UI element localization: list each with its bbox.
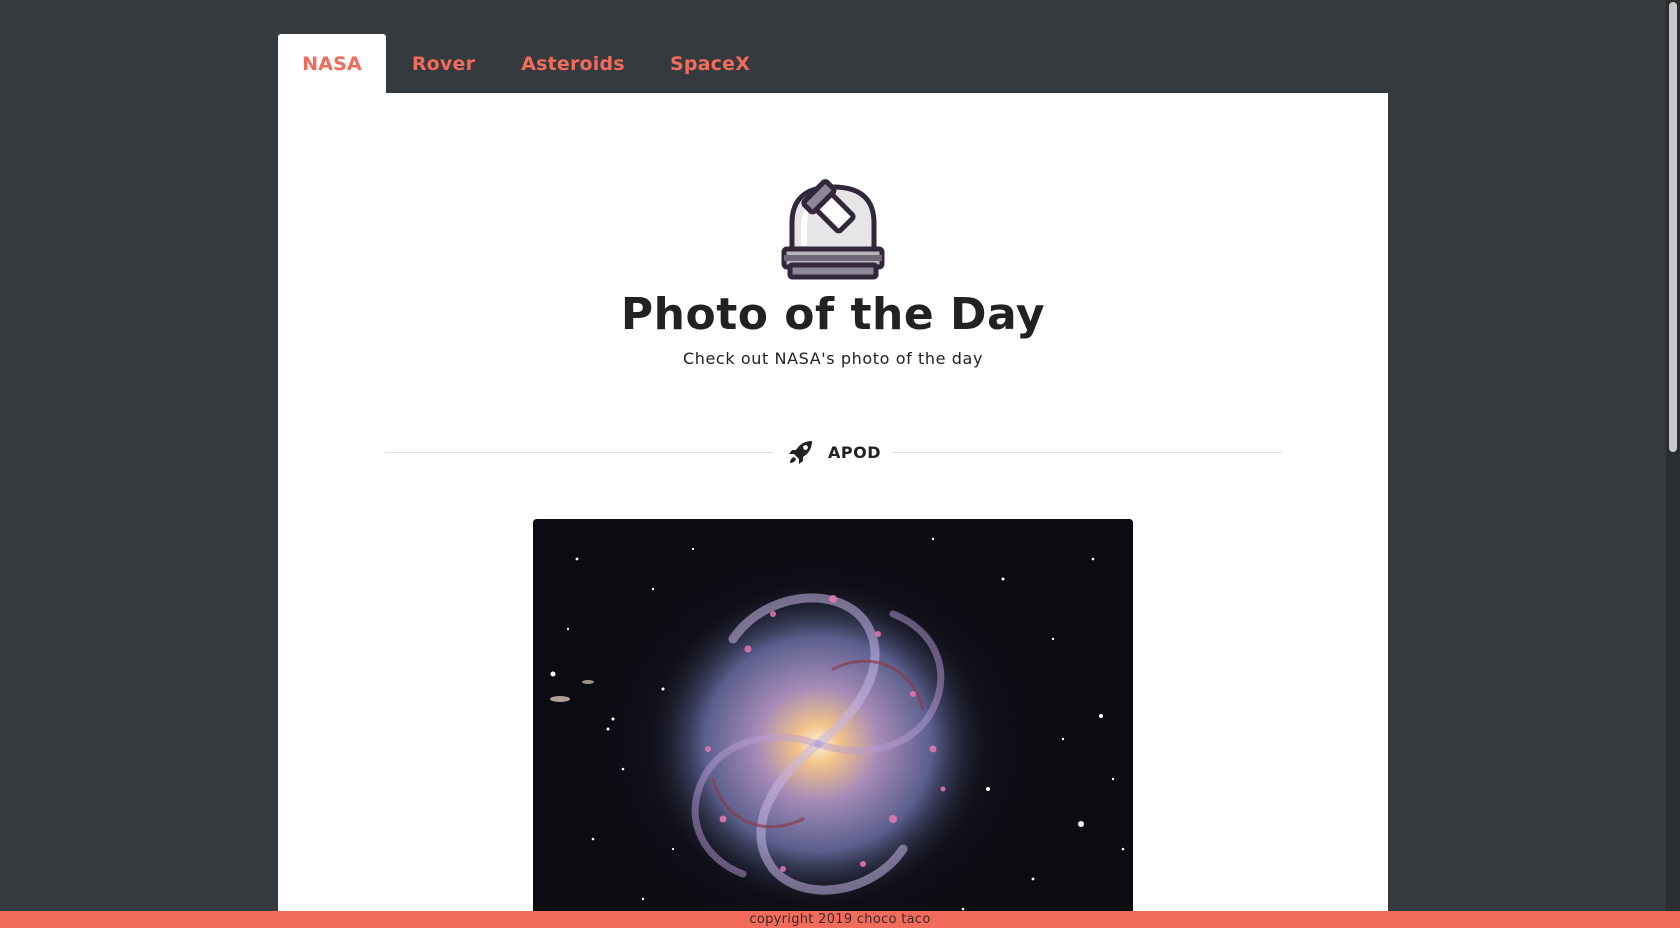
scrollbar-thumb[interactable] bbox=[1669, 2, 1677, 452]
tab-bar: NASA Rover Asteroids SpaceX bbox=[278, 34, 775, 93]
divider-left bbox=[385, 452, 773, 453]
footer: copyright 2019 choco taco bbox=[0, 911, 1680, 928]
content-card: Photo of the Day Check out NASA's photo … bbox=[278, 93, 1388, 928]
page-subtitle: Check out NASA's photo of the day bbox=[682, 349, 984, 368]
page-title: Photo of the Day bbox=[620, 289, 1046, 340]
section-heading: APOD bbox=[788, 436, 881, 468]
apod-photo[interactable] bbox=[533, 519, 1133, 928]
tab-nasa[interactable]: NASA bbox=[278, 34, 386, 93]
observatory-icon bbox=[778, 151, 888, 281]
page: NASA Rover Asteroids SpaceX Photo of the… bbox=[0, 0, 1680, 928]
page-scrollbar[interactable] bbox=[1666, 0, 1680, 928]
tab-spacex[interactable]: SpaceX bbox=[645, 34, 775, 93]
copyright-text: copyright 2019 choco taco bbox=[749, 912, 931, 927]
divider-right bbox=[892, 452, 1282, 453]
tab-asteroids[interactable]: Asteroids bbox=[501, 34, 645, 93]
section-label: APOD bbox=[828, 442, 881, 462]
tab-rover[interactable]: Rover bbox=[386, 34, 501, 93]
rocket-icon bbox=[788, 439, 814, 465]
